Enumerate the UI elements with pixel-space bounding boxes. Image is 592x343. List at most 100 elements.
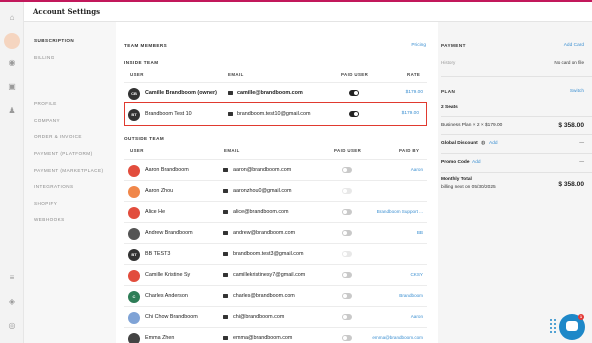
user-name: Aaron Brandboom [145, 167, 189, 173]
user-email: brandboom.test3@gmail.com [233, 251, 304, 257]
mail-icon [223, 314, 228, 319]
subnav-company[interactable]: COMPANY [34, 118, 60, 123]
user-email: brandboom.test10@gmail.com [237, 111, 311, 117]
switch-plan-link[interactable]: Switch [570, 89, 584, 94]
col-email: EMAIL [224, 148, 240, 153]
promo-code-add-link[interactable]: Add [472, 160, 481, 165]
table-row[interactable]: CB Camille Brandboom (owner) camille@bra… [124, 82, 427, 103]
user-email: andrew@brandboom.com [233, 230, 296, 236]
mail-icon [223, 167, 228, 172]
home-icon[interactable]: ⌂ [7, 13, 17, 23]
avatar: BT [128, 108, 140, 121]
table-row[interactable]: Emma Zhen emma@brandboom.com emma@brandb… [124, 327, 427, 343]
chat-icon [566, 321, 578, 331]
subnav-order-invoice[interactable]: ORDER & INVOICE [34, 134, 82, 139]
table-row[interactable]: Andrew Brandboom andrew@brandboom.com BB [124, 222, 427, 243]
add-card-link[interactable]: Add Card [564, 43, 584, 48]
rate-value[interactable]: $179.00 [402, 111, 419, 116]
user-name: Brandboom Test 10 [145, 111, 192, 117]
team-members-title: TEAM MEMBERS [124, 43, 168, 48]
menu-icon[interactable]: ≡ [7, 273, 17, 283]
shield-icon[interactable]: ◈ [7, 297, 17, 307]
table-row[interactable]: Aaron Brandboom aaron@brandboom.com Aaro… [124, 159, 427, 180]
paid-by-link[interactable]: Aaron [411, 314, 423, 319]
subnav-shopify[interactable]: SHOPIFY [34, 201, 57, 206]
global-discount-value: — [579, 141, 584, 146]
paid-user-toggle[interactable] [342, 188, 352, 194]
subnav-profile[interactable]: PROFILE [34, 101, 57, 106]
seats-count: 2 Seats [441, 105, 458, 110]
divider [441, 172, 592, 173]
col-paid-by: PAID BY [399, 148, 420, 153]
mail-icon [223, 188, 228, 193]
user-name: Emma Zhen [145, 335, 175, 341]
paid-by-link[interactable]: Aaron [411, 167, 423, 172]
notification-badge: 1 [578, 314, 584, 320]
paid-user-toggle[interactable] [342, 314, 352, 320]
drag-handle-icon[interactable] [550, 319, 556, 333]
subnav-integrations[interactable]: INTEGRATIONS [34, 184, 74, 189]
eye-icon[interactable]: ◉ [7, 58, 17, 68]
avatar [128, 269, 140, 282]
avatar [128, 311, 140, 324]
user-email: charles@brandboom.com [233, 293, 295, 299]
user-email: emma@brandboom.com [233, 335, 293, 341]
user-name: Camille Brandboom (owner) [145, 90, 217, 96]
subnav-webhooks[interactable]: WEBHOOKS [34, 217, 65, 222]
people-icon[interactable]: ♟ [7, 106, 17, 116]
table-row[interactable]: Camille Kristine Sy camillekristinesy7@g… [124, 264, 427, 285]
subnav-subscription[interactable]: SUBSCRIPTION [34, 38, 74, 43]
paid-by-link[interactable]: emma@brandboom.com [372, 335, 423, 340]
table-row[interactable]: BT Brandboom Test 10 brandboom.test10@gm… [124, 104, 427, 125]
paid-by-link[interactable]: CKSY [410, 272, 423, 277]
global-discount-add-link[interactable]: Add [489, 141, 498, 146]
app-icon-rail: ⌂ ◉ ▣ ♟ ≡ ◈ ◎ [0, 2, 24, 343]
paid-user-toggle[interactable] [349, 90, 359, 96]
subnav-payment-platform[interactable]: PAYMENT (PLATFORM) [34, 151, 93, 156]
divider [441, 153, 592, 154]
rate-value[interactable]: $179.00 [406, 90, 423, 95]
monthly-total-amount: $ 358.00 [558, 181, 584, 188]
avatar: BT [128, 248, 140, 261]
user-email: aaron@brandboom.com [233, 167, 292, 173]
paid-user-toggle[interactable] [342, 167, 352, 173]
paid-user-toggle[interactable] [342, 230, 352, 236]
pricing-link[interactable]: Pricing [411, 43, 426, 48]
paid-by-link[interactable]: Brandboom [399, 293, 423, 298]
paid-user-toggle[interactable] [342, 272, 352, 278]
user-name: Alice He [145, 209, 166, 215]
table-row[interactable]: Alice He alice@brandboom.com Brandboom S… [124, 201, 427, 222]
payment-title: PAYMENT [441, 43, 466, 48]
settings-subnav: SUBSCRIPTION BILLING PROFILE COMPANY ORD… [24, 22, 116, 343]
business-plan-line: Business Plan × 2 × $179.00 [441, 123, 503, 128]
user-email: chi@brandboom.com [233, 314, 285, 320]
box-icon[interactable]: ▣ [7, 82, 17, 92]
history-label[interactable]: History [441, 60, 455, 65]
paid-by-link[interactable]: Brandboom Support ... [377, 209, 423, 214]
global-discount-label: Global Discount [441, 141, 478, 146]
divider [441, 134, 592, 135]
avatar [128, 206, 140, 219]
paid-user-toggle[interactable] [342, 209, 352, 215]
divider [441, 116, 592, 117]
table-row[interactable]: Chi Chow Brandboom chi@brandboom.com Aar… [124, 306, 427, 327]
promo-code-label: Promo Code [441, 160, 470, 165]
mail-icon [223, 272, 228, 277]
subnav-payment-marketplace[interactable]: PAYMENT (MARKETPLACE) [34, 168, 103, 173]
subnav-billing[interactable]: BILLING [34, 55, 55, 60]
paid-by-link[interactable]: BB [417, 230, 423, 235]
user-avatar[interactable] [4, 33, 20, 49]
table-row[interactable]: C Charles Anderson charles@brandboom.com… [124, 285, 427, 306]
info-icon: ◍ [481, 141, 486, 146]
paid-user-toggle[interactable] [342, 251, 352, 257]
paid-user-toggle[interactable] [342, 335, 352, 341]
user-email: camillekristinesy7@gmail.com [233, 272, 306, 278]
paid-user-toggle[interactable] [342, 293, 352, 299]
user-email: camille@brandboom.com [237, 90, 303, 96]
account-icon[interactable]: ◎ [7, 321, 17, 331]
table-row[interactable]: Aaron Zhou aaronzhou0@gmail.com [124, 180, 427, 201]
table-row[interactable]: BT BB TEST3 brandboom.test3@gmail.com [124, 243, 427, 264]
paid-user-toggle[interactable] [349, 111, 359, 117]
billing-next-date: billing next on 05/30/2025 [441, 185, 496, 190]
avatar [128, 332, 140, 343]
